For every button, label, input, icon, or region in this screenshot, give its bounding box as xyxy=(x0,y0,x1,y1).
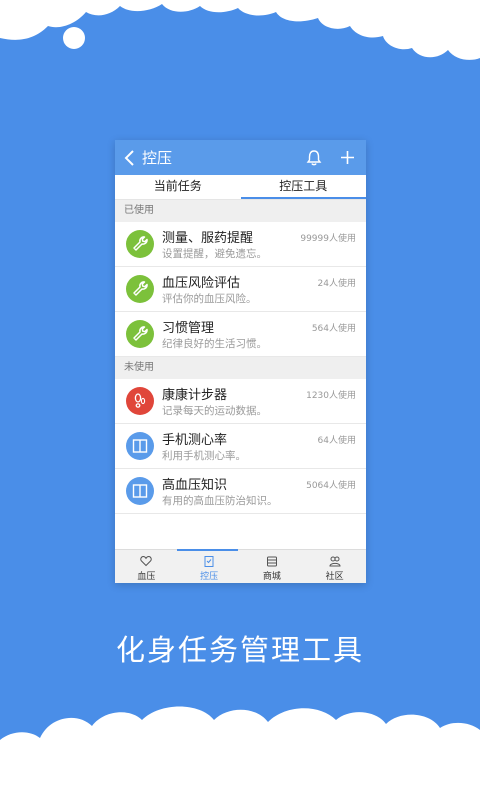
item-usage-count: 99999人使用 xyxy=(300,234,356,244)
item-desc: 设置提醒，避免遗忘。 xyxy=(162,248,267,260)
list-item[interactable]: 习惯管理 纪律良好的生活习惯。 564人使用 xyxy=(115,312,366,357)
store-icon xyxy=(266,556,277,567)
item-usage-count: 5064人使用 xyxy=(306,481,356,491)
heart-icon xyxy=(140,555,153,567)
clouds-top xyxy=(0,0,480,60)
bell-icon[interactable] xyxy=(306,149,322,166)
list-item[interactable]: 血压风险评估 评估你的血压风险。 24人使用 xyxy=(115,267,366,312)
item-desc: 记录每天的运动数据。 xyxy=(162,405,267,417)
plus-icon[interactable] xyxy=(340,150,355,165)
footprints-icon xyxy=(126,387,154,415)
page-title: 控压 xyxy=(142,149,173,167)
bottom-nav: 血压 控压 商城 社区 xyxy=(115,549,366,583)
tab-current-tasks[interactable]: 当前任务 xyxy=(115,175,241,199)
chevron-left-icon[interactable] xyxy=(123,149,137,167)
list-item[interactable]: 高血压知识 有用的高血压防治知识。 5064人使用 xyxy=(115,469,366,514)
nav-label: 血压 xyxy=(137,572,156,582)
item-usage-count: 1230人使用 xyxy=(306,391,356,401)
book-icon xyxy=(126,477,154,505)
wrench-icon xyxy=(126,230,154,258)
nav-label: 社区 xyxy=(325,572,344,582)
nav-item-store[interactable]: 商城 xyxy=(241,550,304,583)
item-name: 康康计步器 xyxy=(162,388,228,403)
tab-bar: 当前任务 控压工具 xyxy=(115,175,366,200)
item-name: 手机测心率 xyxy=(162,433,228,448)
item-desc: 纪律良好的生活习惯。 xyxy=(162,338,267,350)
item-name: 血压风险评估 xyxy=(162,276,241,291)
item-name: 习惯管理 xyxy=(162,321,215,336)
item-usage-count: 64人使用 xyxy=(317,436,356,446)
section-header-used: 已使用 xyxy=(115,200,366,222)
nav-item-bp-control[interactable]: 控压 xyxy=(178,550,241,583)
item-desc: 评估你的血压风险。 xyxy=(162,293,257,305)
tab-bp-tools[interactable]: 控压工具 xyxy=(240,175,366,199)
slogan-text: 化身任务管理工具 xyxy=(115,633,364,667)
item-name: 高血压知识 xyxy=(162,478,228,493)
list-item[interactable]: 手机测心率 利用手机测心率。 64人使用 xyxy=(115,424,366,469)
wrench-icon xyxy=(126,275,154,303)
list-item[interactable]: 康康计步器 记录每天的运动数据。 1230人使用 xyxy=(115,379,366,424)
clipboard-icon xyxy=(204,556,214,567)
item-name: 测量、服药提醒 xyxy=(162,231,254,246)
item-desc: 利用手机测心率。 xyxy=(162,450,246,462)
app-bar: 控压 xyxy=(115,140,366,175)
item-desc: 有用的高血压防治知识。 xyxy=(162,495,278,507)
wrench-icon xyxy=(126,320,154,348)
nav-item-community[interactable]: 社区 xyxy=(303,550,366,583)
phone-screen: 控压 当前任务 控压工具 已使用 测量、服药提醒 设置提醒，避免遗忘。 9999… xyxy=(115,140,366,583)
section-header-unused: 未使用 xyxy=(115,357,366,379)
item-usage-count: 24人使用 xyxy=(317,279,356,289)
nav-label: 控压 xyxy=(200,572,219,582)
book-icon xyxy=(126,432,154,460)
list-item[interactable]: 测量、服药提醒 设置提醒，避免遗忘。 99999人使用 xyxy=(115,222,366,267)
small-cloud-dot xyxy=(63,27,85,49)
nav-label: 商城 xyxy=(262,572,281,582)
clouds-bottom xyxy=(0,706,480,800)
community-icon xyxy=(329,556,341,567)
nav-item-blood-pressure[interactable]: 血压 xyxy=(115,550,178,583)
item-usage-count: 564人使用 xyxy=(311,324,356,334)
